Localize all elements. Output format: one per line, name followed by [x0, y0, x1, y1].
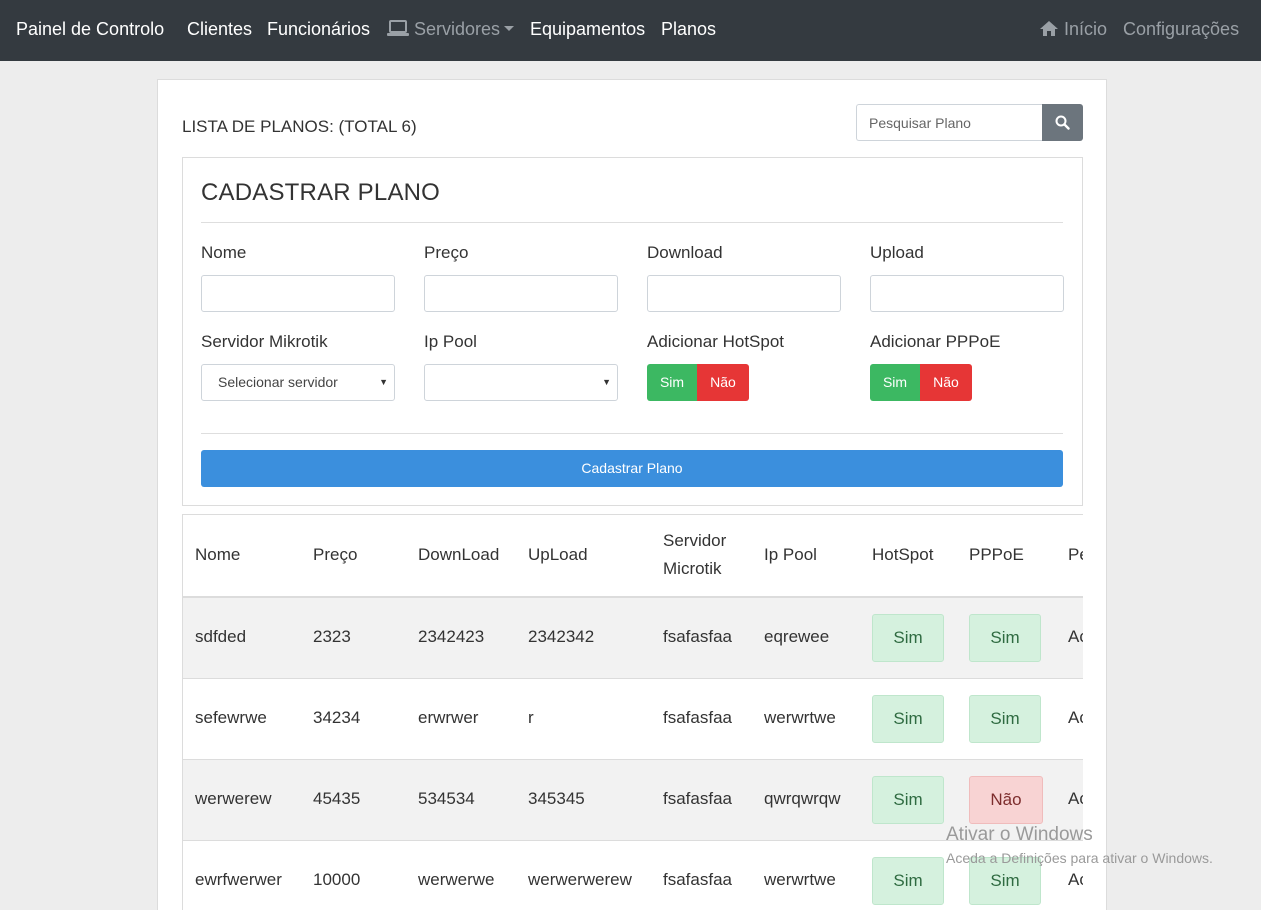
- cell-download: 2342423: [418, 627, 485, 646]
- label-nome: Nome: [201, 243, 247, 262]
- col-header-pppoe: PPPoE: [969, 545, 1024, 564]
- hotspot-no-button[interactable]: Não: [697, 364, 749, 401]
- cell-ippool: werwrtwe: [764, 708, 836, 727]
- preco-field[interactable]: [424, 275, 618, 312]
- main-card: LISTA DE PLANOS: (TOTAL 6) CADASTRAR PLA…: [157, 79, 1107, 910]
- pppoe-no-button[interactable]: Não: [920, 364, 972, 401]
- nav-equipamentos[interactable]: Equipamentos: [530, 19, 645, 40]
- cell-upload: werwerwerew: [528, 870, 632, 889]
- pppoe-status-badge[interactable]: Sim: [969, 614, 1041, 662]
- cell-download: werwerwe: [418, 870, 495, 889]
- list-title: LISTA DE PLANOS: (TOTAL 6): [182, 117, 417, 136]
- cell-ippool: eqrewee: [764, 627, 830, 646]
- download-field[interactable]: [647, 275, 841, 312]
- cell-ippool: qwrqwrqw: [764, 789, 841, 808]
- divider: [201, 433, 1063, 434]
- hotspot-yes-button[interactable]: Sim: [647, 364, 697, 401]
- label-download: Download: [647, 243, 723, 262]
- nav-clientes[interactable]: Clientes: [187, 19, 252, 40]
- cell-servidor: fsafasfaa: [663, 870, 732, 889]
- windows-activation-title: Ativar o Windows: [946, 824, 1093, 845]
- nav-servidores-dropdown[interactable]: Servidores: [387, 19, 515, 40]
- label-upload: Upload: [870, 243, 924, 262]
- cell-preco: 10000: [313, 870, 361, 889]
- ippool-select[interactable]: ▼: [424, 364, 618, 401]
- label-preco: Preço: [424, 243, 469, 262]
- col-header-download: DownLoad: [418, 545, 500, 564]
- select-arrow-icon: ▼: [379, 377, 388, 387]
- cell-upload: 2342342: [528, 627, 595, 646]
- nav-servidores-label: Servidores: [414, 19, 501, 39]
- cell-extra[interactable]: Ac: [1068, 789, 1083, 809]
- nav-inicio[interactable]: Início: [1039, 19, 1107, 40]
- cell-nome: sefewrwe: [195, 708, 267, 727]
- col-header-servidor: Servidor Microtik: [663, 531, 727, 578]
- hotspot-status-badge[interactable]: Sim: [872, 614, 944, 662]
- col-header-nome: Nome: [195, 545, 241, 564]
- nome-field[interactable]: [201, 275, 395, 312]
- table-row: sdfded 2323 2342423 2342342 fsafasfaa eq…: [183, 598, 1083, 679]
- cell-upload: 345345: [528, 789, 585, 808]
- cell-ippool: werwrtwe: [764, 870, 836, 889]
- pppoe-yes-button[interactable]: Sim: [870, 364, 920, 401]
- search-button[interactable]: [1042, 104, 1083, 141]
- nav-planos[interactable]: Planos: [661, 19, 716, 40]
- col-header-ippool: Ip Pool: [764, 545, 817, 564]
- hotspot-status-badge[interactable]: Sim: [872, 695, 944, 743]
- form-title: CADASTRAR PLANO: [201, 179, 441, 206]
- top-navbar: Painel de Controlo Clientes Funcionários…: [0, 0, 1261, 61]
- chevron-down-icon: [504, 26, 515, 31]
- col-header-hotspot: HotSpot: [872, 545, 934, 564]
- register-plan-form: CADASTRAR PLANO Nome Preço Download Uplo…: [182, 157, 1083, 506]
- cell-upload: r: [528, 708, 534, 727]
- nav-brand[interactable]: Painel de Controlo: [16, 19, 164, 40]
- upload-field[interactable]: [870, 275, 1064, 312]
- cell-servidor: fsafasfaa: [663, 708, 732, 727]
- submit-plan-button[interactable]: Cadastrar Plano: [201, 450, 1063, 487]
- select-arrow-icon: ▼: [602, 377, 611, 387]
- search-input[interactable]: [856, 104, 1042, 141]
- windows-activation-subtitle: Aceda a Definições para ativar o Windows…: [946, 850, 1213, 866]
- label-hotspot: Adicionar HotSpot: [647, 332, 785, 351]
- cell-servidor: fsafasfaa: [663, 627, 732, 646]
- col-header-preco: Preço: [313, 545, 358, 564]
- servidor-select-value: Selecionar servidor: [218, 374, 338, 390]
- nav-inicio-label: Início: [1064, 19, 1108, 39]
- label-servidor: Servidor Mikrotik: [201, 332, 328, 351]
- label-ippool: Ip Pool: [424, 332, 477, 351]
- col-header-extra: Pe: [1068, 545, 1083, 564]
- cell-nome: ewrfwerwer: [195, 870, 282, 889]
- cell-preco: 34234: [313, 708, 361, 727]
- cell-nome: sdfded: [195, 627, 247, 646]
- search-icon: [1055, 115, 1070, 130]
- home-icon: [1040, 21, 1058, 36]
- cell-nome: werwerew: [195, 789, 272, 808]
- pppoe-status-badge[interactable]: Sim: [969, 695, 1041, 743]
- cell-preco: 2323: [313, 627, 351, 646]
- pppoe-toggle: Sim Não: [870, 364, 972, 401]
- label-pppoe: Adicionar PPPoE: [870, 332, 1001, 351]
- cell-servidor: fsafasfaa: [663, 789, 732, 808]
- cell-extra[interactable]: Ac: [1068, 627, 1083, 647]
- cell-preco: 45435: [313, 789, 361, 808]
- cell-download: erwrwer: [418, 708, 479, 727]
- hotspot-status-badge[interactable]: Sim: [872, 776, 944, 824]
- cell-extra[interactable]: Ac: [1068, 870, 1083, 890]
- pppoe-status-badge[interactable]: Não: [969, 776, 1043, 824]
- table-row: sefewrwe 34234 erwrwer r fsafasfaa werwr…: [183, 679, 1083, 760]
- divider: [201, 222, 1063, 223]
- servidor-select[interactable]: Selecionar servidor ▼: [201, 364, 395, 401]
- cell-extra[interactable]: Ac: [1068, 708, 1083, 728]
- cell-download: 534534: [418, 789, 475, 808]
- hotspot-toggle: Sim Não: [647, 364, 749, 401]
- nav-funcionarios[interactable]: Funcionários: [267, 19, 370, 40]
- laptop-icon: [387, 20, 409, 36]
- nav-configuracoes[interactable]: Configurações: [1123, 19, 1239, 40]
- hotspot-status-badge[interactable]: Sim: [872, 857, 944, 905]
- col-header-upload: UpLoad: [528, 545, 588, 564]
